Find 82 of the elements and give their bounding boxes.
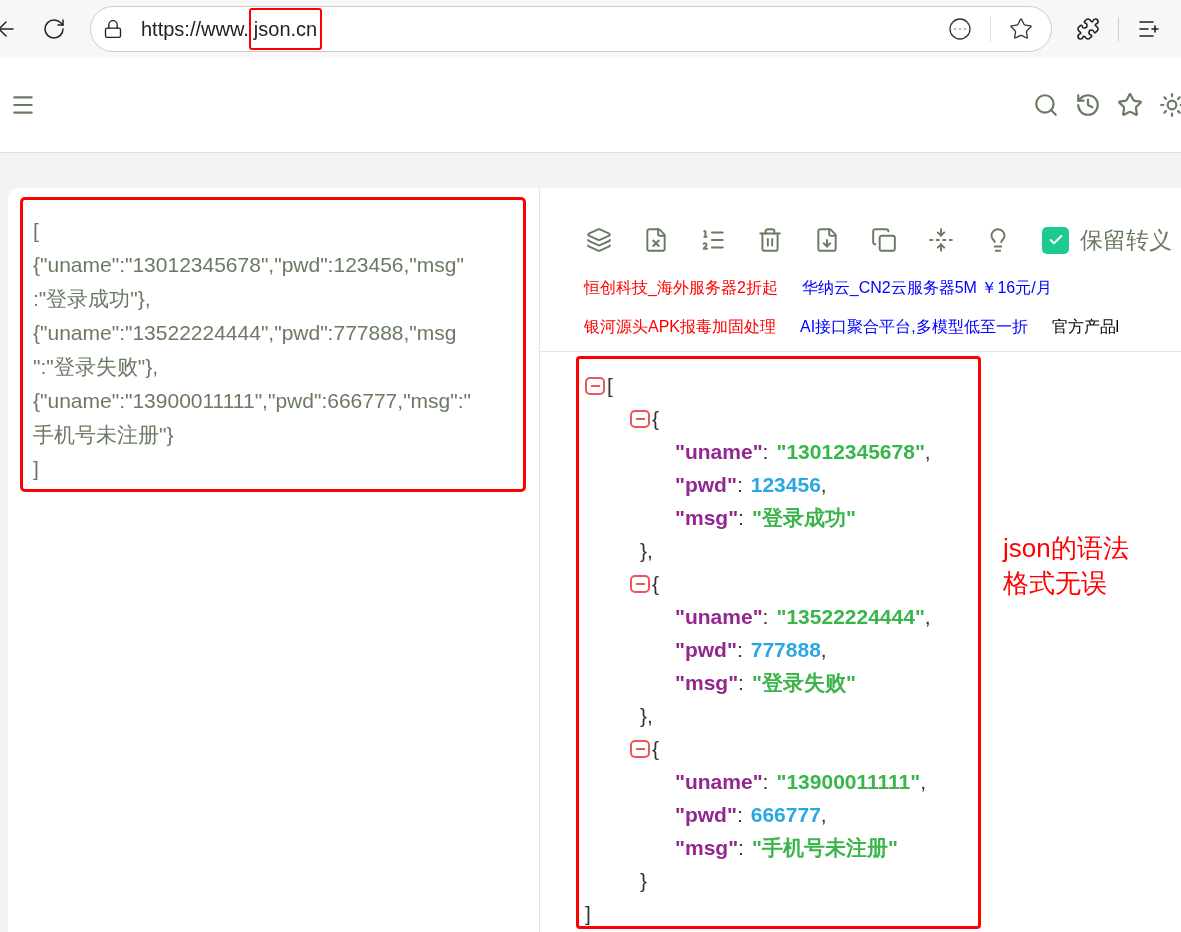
bracket: { (652, 571, 659, 597)
star-icon[interactable] (1117, 92, 1143, 118)
copy-icon[interactable] (871, 227, 897, 253)
collapse-icon[interactable] (630, 574, 650, 593)
comma: , (920, 769, 927, 795)
ad-link[interactable]: 银河源头APK报毒加固处理 (584, 315, 776, 339)
json-key: "msg" (675, 831, 739, 864)
bracket: }, (640, 539, 653, 562)
input-line: {"uname":"13522224444","pwd":777888,"msg (33, 320, 458, 346)
more-icon[interactable] (948, 17, 972, 41)
json-value: "13012345678" (776, 439, 925, 465)
ad-link[interactable]: AI接口聚合平台,多模型低至一折 (800, 315, 1028, 339)
input-line: :"登录成功"}, (33, 286, 152, 312)
reload-icon[interactable] (42, 17, 66, 41)
url-text: https://www. (141, 17, 249, 42)
comma: , (820, 637, 827, 663)
address-bar[interactable]: https://www. json.cn (90, 6, 1052, 52)
collapse-icon[interactable] (585, 376, 605, 395)
json-value: 666777 (750, 802, 821, 828)
bracket: [ (607, 373, 613, 399)
json-key: "uname" (675, 435, 763, 468)
colon: : (738, 835, 744, 861)
input-line: [ (33, 218, 40, 244)
lock-icon (103, 19, 123, 39)
search-icon[interactable] (1033, 92, 1059, 118)
layers-download-icon[interactable] (586, 227, 612, 253)
comma: , (820, 472, 827, 498)
json-value: "手机号未注册" (751, 835, 898, 861)
theme-icon[interactable] (1159, 92, 1181, 118)
compress-icon[interactable] (928, 227, 954, 253)
colon: : (762, 769, 769, 795)
bracket: { (652, 406, 659, 432)
input-line: {"uname":"13900011111","pwd":666777,"msg":" (33, 388, 472, 414)
json-input-field[interactable]: [ {"uname":"13012345678","pwd":123456,"msg" :"登录成功"}, {"uname":"13522224444","pwd":777888,"msg ":"登录失败"}, {"uname":"13900011111","pwd":666777,"msg":" 手机号未注册"} ] (20, 197, 526, 492)
json-value: "13900011111" (776, 769, 921, 795)
bracket: } (640, 869, 647, 892)
input-line: ] (33, 456, 40, 482)
json-key: "pwd" (675, 798, 737, 831)
json-key: "uname" (675, 765, 763, 798)
file-x-icon[interactable] (643, 227, 669, 253)
json-key: "msg" (675, 501, 739, 534)
input-line: 手机号未注册"} (33, 422, 175, 448)
json-value: 777888 (750, 637, 821, 663)
colon: : (738, 670, 744, 696)
colon: : (738, 505, 744, 531)
annotation-text: 格式无误 (1003, 567, 1108, 600)
keep-escape-label[interactable]: 保留转义 (1080, 222, 1172, 258)
json-key: "uname" (675, 600, 763, 633)
favorite-icon[interactable] (1009, 17, 1033, 41)
collapse-icon[interactable] (630, 409, 650, 428)
numbered-list-icon[interactable] (700, 227, 726, 253)
json-value: "13522224444" (776, 604, 925, 630)
trash-icon[interactable] (757, 227, 783, 253)
colon: : (762, 439, 769, 465)
bracket: }, (640, 704, 653, 727)
extensions-icon[interactable] (1076, 17, 1100, 41)
ad-link[interactable]: 恒创科技_海外服务器2折起 (584, 276, 778, 300)
annotation-text: json的语法 (1003, 532, 1129, 565)
json-value: "登录成功" (751, 505, 856, 531)
comma: , (924, 439, 931, 465)
colon: : (736, 637, 743, 663)
colon: : (736, 472, 743, 498)
input-line: {"uname":"13012345678","pwd":123456,"msg" (33, 252, 465, 278)
colon: : (762, 604, 769, 630)
colon: : (736, 802, 743, 828)
collapse-icon[interactable] (630, 739, 650, 758)
history-icon[interactable] (1075, 92, 1101, 118)
comma: , (924, 604, 931, 630)
file-download-icon[interactable] (814, 227, 840, 253)
comma: , (820, 802, 827, 828)
keep-escape-checkbox[interactable] (1042, 226, 1069, 254)
json-key: "pwd" (675, 633, 737, 666)
bracket: ] (585, 902, 591, 925)
input-line: ":"登录失败"}, (33, 354, 160, 380)
bracket: { (652, 736, 659, 762)
json-key: "msg" (675, 666, 739, 699)
json-value: 123456 (750, 472, 821, 498)
url-highlight: json.cn (248, 8, 323, 50)
json-key: "pwd" (675, 468, 737, 501)
ad-link[interactable]: 华纳云_CN2云服务器5M ￥16元/月 (801, 276, 1052, 300)
json-value: "登录失败" (751, 670, 856, 696)
ad-link[interactable]: 官方产品l (1051, 315, 1120, 339)
